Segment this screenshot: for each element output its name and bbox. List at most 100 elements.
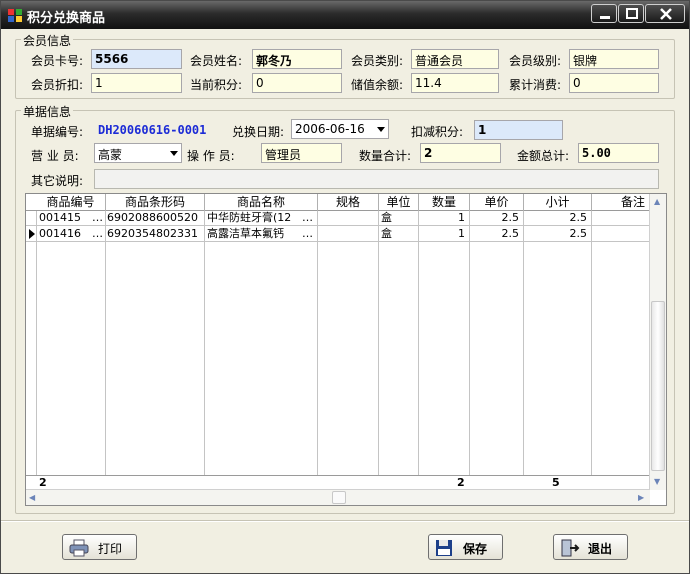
qty-total-field[interactable]: 2	[420, 143, 501, 163]
floppy-disk-icon	[436, 540, 452, 556]
operator-field[interactable]: 管理员	[261, 143, 342, 163]
print-button[interactable]: 打印	[62, 534, 137, 560]
member-name-field[interactable]: 郭冬乃	[252, 49, 342, 69]
horizontal-scrollbar[interactable]: ◀ ▶	[26, 489, 650, 505]
balance-label: 储值余额:	[351, 78, 404, 92]
remark-label: 其它说明:	[31, 174, 84, 188]
maximize-button[interactable]	[618, 4, 644, 23]
amount-total-field[interactable]: 5.00	[578, 143, 659, 163]
items-grid[interactable]: 商品编号 商品条形码 商品名称 规格 单位 数量 单价 小计 备注 001415…	[25, 193, 667, 506]
cell-note	[592, 227, 650, 242]
scroll-left-icon[interactable]: ◀	[29, 493, 35, 502]
title-bar[interactable]: 积分兑换商品	[1, 1, 689, 29]
member-level-field[interactable]: 银牌	[569, 49, 659, 69]
order-no-label: 单据编号:	[31, 125, 84, 139]
cell-spec	[318, 227, 378, 242]
cell-note	[592, 211, 650, 226]
cell-spec	[318, 211, 378, 226]
column-header[interactable]: 备注	[592, 194, 650, 211]
vertical-scrollbar[interactable]: ▲ ▼	[649, 194, 666, 490]
exchange-window: 积分兑换商品 会员信息 会员卡号: 5566 会员姓名: 郭冬乃 会员类别: 普…	[0, 0, 690, 574]
salesperson-select[interactable]: 高蒙	[94, 143, 182, 163]
order-no-value: DH20060616-0001	[98, 123, 207, 137]
total-spend-field[interactable]: 0	[569, 73, 659, 93]
cell-subtotal: 2.5	[569, 211, 588, 224]
cell-code: 001415	[39, 211, 81, 224]
ellipsis-button[interactable]: …	[90, 227, 106, 242]
member-category-field[interactable]: 普通会员	[411, 49, 499, 69]
amount-total-label: 金额总计:	[517, 149, 570, 163]
column-header[interactable]: 单位	[379, 194, 419, 211]
exit-door-icon	[561, 539, 580, 557]
chevron-down-icon	[377, 127, 385, 132]
close-button[interactable]	[645, 4, 685, 23]
maximize-icon	[626, 8, 638, 19]
window-title: 积分兑换商品	[27, 11, 106, 26]
column-header[interactable]: 单价	[470, 194, 524, 211]
exit-button[interactable]: 退出	[553, 534, 628, 560]
column-header[interactable]: 商品名称	[205, 194, 318, 211]
points-label: 当前积分:	[190, 78, 243, 92]
scroll-up-icon[interactable]: ▲	[654, 197, 660, 206]
ellipsis-button[interactable]: …	[300, 227, 318, 242]
column-header[interactable]: 商品条形码	[106, 194, 205, 211]
scroll-down-icon[interactable]: ▼	[654, 477, 660, 486]
cell-qty: 1	[458, 211, 465, 224]
points-field[interactable]: 0	[252, 73, 342, 93]
total-spend-label: 累计消费:	[509, 78, 562, 92]
card-no-field[interactable]: 5566	[91, 49, 182, 69]
discount-label: 会员折扣:	[31, 78, 84, 92]
footer-qty: 2	[457, 476, 465, 489]
member-category-label: 会员类别:	[351, 54, 404, 68]
minimize-button[interactable]	[591, 4, 617, 23]
remark-field[interactable]	[94, 169, 659, 189]
ellipsis-button[interactable]: …	[90, 211, 106, 226]
column-header[interactable]: 数量	[419, 194, 470, 211]
ellipsis-button[interactable]: …	[300, 211, 318, 226]
deduct-points-field[interactable]: 1	[474, 120, 563, 140]
exchange-date-label: 兑换日期:	[232, 125, 285, 139]
horizontal-scroll-thumb[interactable]	[332, 491, 346, 504]
grid-footer: 2 2 5	[26, 475, 650, 490]
minimize-icon	[600, 16, 610, 19]
vertical-scroll-thumb[interactable]	[651, 301, 665, 471]
column-header[interactable]: 商品编号	[26, 194, 106, 211]
cell-code: 001416	[39, 227, 81, 240]
balance-field[interactable]: 11.4	[411, 73, 499, 93]
table-row[interactable]: 001415 … 6902088600520 中华防蛀牙膏(12 … 盒 1 2…	[26, 211, 650, 226]
salesperson-label: 营 业 员:	[31, 149, 79, 163]
grid-header: 商品编号 商品条形码 商品名称 规格 单位 数量 单价 小计 备注	[26, 194, 650, 211]
cell-price: 2.5	[501, 227, 520, 240]
cell-unit: 盒	[381, 227, 392, 240]
cell-name: 高露洁草本氟钙	[207, 227, 284, 240]
button-separator	[1, 520, 689, 522]
scroll-right-icon[interactable]: ▶	[638, 493, 644, 502]
cell-name: 中华防蛀牙膏(12	[207, 211, 292, 224]
save-button-label: 保存	[463, 542, 488, 556]
table-row[interactable]: 001416 … 6920354802331 高露洁草本氟钙 … 盒 1 2.5…	[26, 227, 650, 242]
column-header[interactable]: 规格	[318, 194, 379, 211]
cell-subtotal: 2.5	[569, 227, 588, 240]
order-info-title: 单据信息	[21, 103, 74, 120]
member-level-label: 会员级别:	[509, 54, 562, 68]
card-no-label: 会员卡号:	[31, 54, 84, 68]
operator-label: 操 作 员:	[187, 149, 235, 163]
discount-field[interactable]: 1	[91, 73, 182, 93]
footer-subtotal: 5	[552, 476, 560, 489]
member-info-title: 会员信息	[21, 32, 74, 49]
print-button-label: 打印	[98, 542, 123, 556]
cell-barcode: 6920354802331	[107, 227, 198, 240]
current-row-indicator-icon	[29, 229, 35, 239]
printer-icon	[69, 539, 89, 557]
save-button[interactable]: 保存	[428, 534, 503, 560]
column-header[interactable]: 小计	[524, 194, 592, 211]
cell-price: 2.5	[501, 211, 520, 224]
qty-total-label: 数量合计:	[359, 149, 412, 163]
member-name-label: 会员姓名:	[190, 54, 243, 68]
app-icon	[8, 9, 22, 22]
exchange-date-value: 2006-06-16	[295, 122, 365, 136]
chevron-down-icon	[170, 151, 178, 156]
deduct-points-label: 扣减积分:	[411, 125, 464, 139]
exit-button-label: 退出	[588, 542, 613, 556]
exchange-date-picker[interactable]: 2006-06-16	[291, 119, 389, 139]
